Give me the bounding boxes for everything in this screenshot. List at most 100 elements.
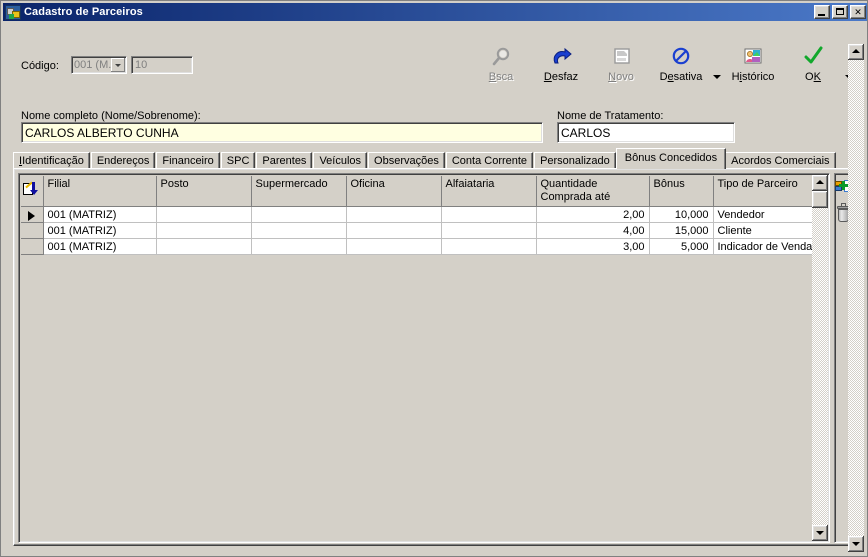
grid-vertical-scrollbar[interactable] — [812, 175, 828, 541]
nome-tratamento-label: Nome de Tratamento: — [557, 110, 663, 122]
cell-supermercado[interactable] — [251, 223, 346, 239]
tab-label: Veículos — [319, 155, 361, 167]
window-scroll-up-button[interactable] — [848, 44, 864, 60]
toolbar: Bsca Desfaz — [471, 44, 855, 92]
cell-alfaiataria[interactable] — [441, 223, 536, 239]
cell-bonus[interactable]: 10,000 — [649, 207, 713, 223]
triangle-down-icon — [852, 542, 860, 546]
cell-filial[interactable]: 001 (MATRIZ) — [43, 207, 156, 223]
historico-button[interactable]: Histórico — [723, 44, 783, 83]
scroll-track[interactable] — [812, 191, 828, 525]
cell-quantidade[interactable]: 4,00 — [536, 223, 649, 239]
cell-posto[interactable] — [156, 223, 251, 239]
new-document-icon — [608, 46, 634, 70]
row-selector[interactable] — [21, 239, 43, 255]
busca-button[interactable]: Bsca — [471, 44, 531, 83]
row-selector[interactable] — [21, 223, 43, 239]
cell-filial[interactable]: 001 (MATRIZ) — [43, 223, 156, 239]
minimize-button[interactable] — [814, 5, 830, 19]
cell-bonus[interactable]: 15,000 — [649, 223, 713, 239]
column-header-bonus[interactable]: Bônus — [649, 176, 713, 207]
scroll-up-button[interactable] — [812, 175, 828, 191]
tab-bonus-concedidos[interactable]: Bônus Concedidos — [616, 148, 726, 169]
triangle-up-icon — [816, 180, 824, 184]
tab-label: Financeiro — [162, 155, 213, 167]
desfaz-label: Desfaz — [544, 71, 578, 83]
tab-label: Endereços — [97, 155, 150, 167]
cell-tipo-parceiro[interactable]: Cliente — [713, 223, 813, 239]
undo-icon — [548, 46, 574, 70]
header-bar: Código: 001 (M. 10 Bsca — [3, 22, 867, 80]
titlebar: Cadastro de Parceiros ✕ — [3, 3, 867, 21]
cell-supermercado[interactable] — [251, 207, 346, 223]
codigo-input[interactable]: 10 — [131, 56, 193, 74]
column-header-posto[interactable]: Posto — [156, 176, 251, 207]
nome-completo-label: Nome completo (Nome/Sobrenome): — [21, 110, 201, 122]
cell-bonus[interactable]: 5,000 — [649, 239, 713, 255]
column-header-alfaiataria[interactable]: Alfaiataria — [441, 176, 536, 207]
chevron-down-icon[interactable] — [111, 58, 125, 72]
window-title: Cadastro de Parceiros — [24, 6, 814, 18]
desativa-dropdown-arrow[interactable] — [711, 71, 723, 83]
window-vertical-scrollbar[interactable] — [848, 44, 864, 552]
codigo-label: Código: — [21, 60, 59, 72]
novo-button[interactable]: Novo — [591, 44, 651, 83]
grid-empty-area — [21, 256, 813, 538]
tab-bar: IIdentificação Endereços Financeiro SPC … — [13, 148, 857, 169]
tab-label: Acordos Comerciais — [731, 155, 829, 167]
scroll-thumb[interactable] — [812, 191, 828, 208]
column-header-quantidade-comprada-ate[interactable]: Quantidade Comprada até — [536, 176, 649, 207]
desativa-label: Desativa — [660, 71, 703, 83]
window-scroll-track[interactable] — [848, 60, 864, 536]
nome-tratamento-input[interactable]: CARLOS — [557, 122, 735, 143]
tab-label: Bônus Concedidos — [625, 152, 717, 164]
table-header-row: Filial Posto Supermercado Oficina Alfaia… — [21, 176, 813, 207]
busca-label: Bsca — [489, 71, 513, 83]
column-header-supermercado[interactable]: Supermercado — [251, 176, 346, 207]
maximize-button[interactable] — [832, 5, 848, 19]
cell-quantidade[interactable]: 2,00 — [536, 207, 649, 223]
ok-label: OK — [805, 71, 821, 83]
scroll-down-button[interactable] — [812, 525, 828, 541]
column-header-oficina[interactable]: Oficina — [346, 176, 441, 207]
tab-label: Conta Corrente — [452, 155, 527, 167]
client-area: Código: 001 (M. 10 Bsca — [3, 22, 867, 556]
window-scroll-down-button[interactable] — [848, 536, 864, 552]
cell-tipo-parceiro[interactable]: Indicador de Venda — [713, 239, 813, 255]
app-icon — [5, 5, 21, 20]
close-button[interactable]: ✕ — [850, 5, 866, 19]
triangle-down-icon — [816, 531, 824, 535]
tab-label: Identificação — [22, 155, 84, 167]
row-selector[interactable] — [21, 207, 43, 223]
cell-oficina[interactable] — [346, 207, 441, 223]
cell-supermercado[interactable] — [251, 239, 346, 255]
cell-oficina[interactable] — [346, 239, 441, 255]
desfaz-button[interactable]: Desfaz — [531, 44, 591, 83]
table-row[interactable]: 001 (MATRIZ) 3,00 5,000 Indicador de Ven… — [21, 239, 813, 255]
grid-corner-header[interactable] — [21, 176, 43, 207]
edit-sort-icon — [23, 182, 41, 198]
codigo-filial-value: 001 (M. — [72, 59, 111, 71]
codigo-filial-select[interactable]: 001 (M. — [71, 56, 127, 74]
cell-tipo-parceiro[interactable]: Vendedor — [713, 207, 813, 223]
column-header-filial[interactable]: Filial — [43, 176, 156, 207]
bonus-grid: Filial Posto Supermercado Oficina Alfaia… — [18, 173, 830, 543]
ok-button[interactable]: OK — [783, 44, 843, 83]
cell-alfaiataria[interactable] — [441, 239, 536, 255]
novo-label: Novo — [608, 71, 634, 83]
table-row[interactable]: 001 (MATRIZ) 4,00 15,000 Cliente — [21, 223, 813, 239]
cell-filial[interactable]: 001 (MATRIZ) — [43, 239, 156, 255]
cell-oficina[interactable] — [346, 223, 441, 239]
cell-alfaiataria[interactable] — [441, 207, 536, 223]
column-header-tipo-de-parceiro[interactable]: Tipo de Parceiro — [713, 176, 813, 207]
desativa-button[interactable]: Desativa — [651, 44, 711, 83]
cell-posto[interactable] — [156, 207, 251, 223]
table-row[interactable]: 001 (MATRIZ) 2,00 10,000 Vendedor — [21, 207, 813, 223]
cell-quantidade[interactable]: 3,00 — [536, 239, 649, 255]
cell-posto[interactable] — [156, 239, 251, 255]
tab-label: SPC — [227, 155, 250, 167]
tab-label: Personalizado — [540, 155, 610, 167]
nome-completo-input[interactable]: CARLOS ALBERTO CUNHA — [21, 122, 543, 143]
current-row-marker — [28, 211, 35, 221]
triangle-up-icon — [852, 49, 860, 53]
